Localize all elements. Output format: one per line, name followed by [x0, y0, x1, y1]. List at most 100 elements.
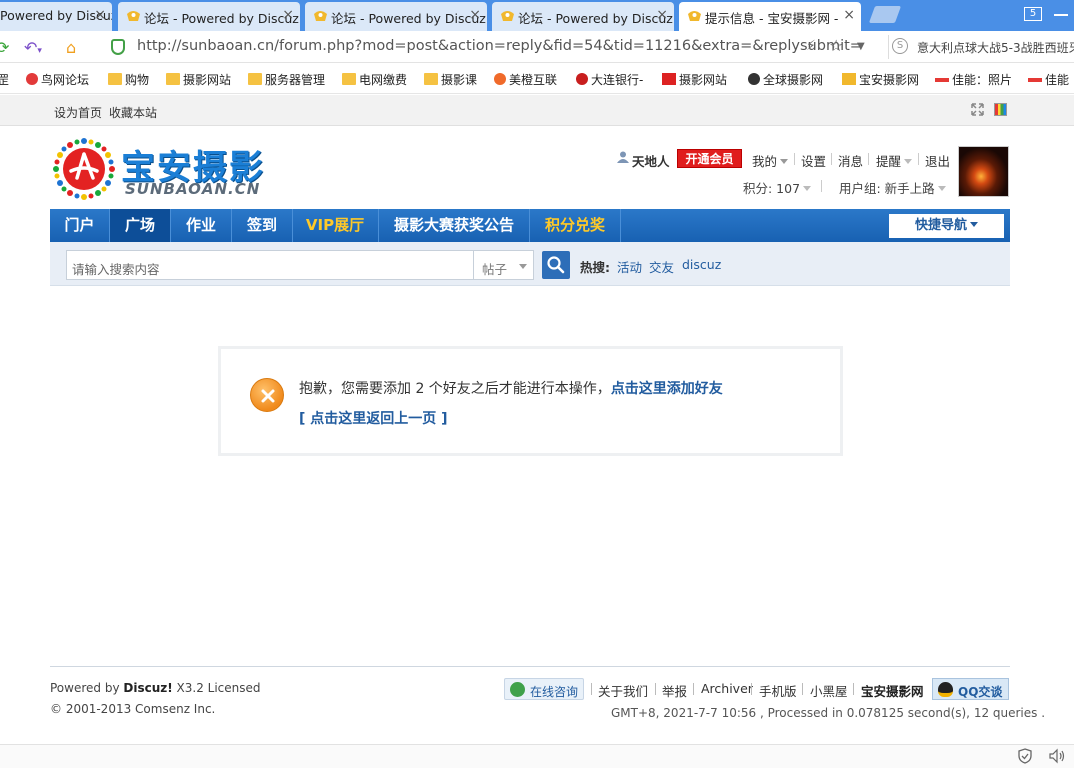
lightning-icon[interactable]: ⚡ — [806, 38, 816, 54]
chevron-down-icon — [519, 264, 527, 269]
color-theme-icon[interactable] — [994, 103, 1007, 116]
browser-tab-active[interactable]: 提示信息 - 宝安摄影网 - × — [679, 2, 861, 31]
qq-chat-button[interactable]: QQ交谈 — [932, 678, 1009, 700]
chevron-down-icon — [780, 159, 789, 164]
nav-item-portal[interactable]: 门户 — [50, 209, 109, 242]
hot-search-link[interactable]: 活动 — [617, 257, 642, 276]
set-home-link[interactable]: 设为首页 — [54, 104, 102, 121]
user-icon — [617, 151, 629, 166]
reminders-menu[interactable]: 提醒 — [876, 151, 913, 170]
settings-link[interactable]: 设置 — [801, 151, 826, 170]
bookmark-folder[interactable]: 摄影课 — [424, 71, 477, 88]
news-ticker[interactable]: S 意大利点球大战5-3战胜西班牙 — [888, 35, 1074, 59]
avatar[interactable] — [958, 146, 1009, 197]
search-engine-icon: S — [892, 38, 908, 54]
nav-item-points-exchange[interactable]: 积分兑奖 — [530, 209, 620, 242]
nav-item-contest-awards[interactable]: 摄影大赛获奖公告 — [379, 209, 529, 242]
open-vip-button[interactable]: 开通会员 — [677, 149, 742, 168]
site-topbar: 设为首页 收藏本站 — [0, 95, 1074, 126]
bookmark-item[interactable]: 宝安摄影网 — [842, 71, 919, 88]
online-consult-button[interactable]: 在线咨询 — [504, 678, 584, 700]
user-group-menu[interactable]: 用户组: 新手上路 — [839, 178, 946, 197]
bookmark-item[interactable]: 佳能 — [1028, 71, 1069, 88]
search-type-select[interactable]: 帖子 — [473, 250, 534, 280]
home-icon[interactable]: ⌂ — [66, 38, 76, 57]
tab-close-icon[interactable]: × — [843, 7, 855, 23]
messages-link[interactable]: 消息 — [838, 151, 863, 170]
bookmark-partial[interactable]: 罡 — [0, 71, 9, 88]
tab-close-icon[interactable]: × — [282, 7, 294, 23]
bookmark-item[interactable]: 美橙互联 — [494, 71, 557, 88]
logout-link[interactable]: 退出 — [925, 151, 950, 170]
bookmarks-bar: 罡 鸟网论坛 购物 摄影网站 服务器管理 电网缴费 摄影课 美橙互联 大连银行-… — [0, 64, 1074, 94]
my-menu[interactable]: 我的 — [752, 151, 789, 170]
bookmark-site-link[interactable]: 收藏本站 — [109, 104, 157, 121]
bookmark-item[interactable]: 全球摄影网 — [748, 71, 823, 88]
tab-count-badge[interactable]: 5 — [1024, 7, 1042, 21]
mobile-link[interactable]: 手机版 — [759, 681, 797, 700]
bookmark-folder[interactable]: 购物 — [108, 71, 149, 88]
reminders-label: 提醒 — [876, 154, 902, 169]
powered-by: Powered by Discuz! X3.2 Licensed — [50, 681, 261, 695]
bookmark-item[interactable]: 大连银行- — [576, 71, 643, 88]
browser-tab[interactable]: 论坛 - Powered by Discuz! × — [118, 2, 300, 31]
nav-item-plaza[interactable]: 广场 — [110, 209, 170, 242]
back-link[interactable]: [ 点击这里返回上一页 ] — [299, 408, 448, 428]
main-nav: 门户 广场 作业 签到 VIP展厅 摄影大赛获奖公告 积分兑奖 快捷导航 — [50, 209, 1010, 242]
browser-tab[interactable]: 论坛 - Powered by Discuz! × — [492, 2, 674, 31]
tab-close-icon[interactable]: × — [656, 7, 668, 23]
url-field[interactable]: http://sunbaoan.cn/forum.php?mod=post&ac… — [103, 35, 873, 59]
error-message-box: 抱歉，您需要添加 2 个好友之后才能进行本操作，点击这里添加好友 [ 点击这里返… — [218, 346, 843, 456]
nav-item-homework[interactable]: 作业 — [171, 209, 231, 242]
chevron-down-icon — [803, 186, 812, 191]
browser-tab[interactable]: 论坛 - Powered by Discuz! × — [305, 2, 487, 31]
bookmark-item[interactable]: 鸟网论坛 — [26, 71, 89, 88]
chevron-down-icon[interactable]: ▼ — [857, 41, 865, 52]
quick-nav-button[interactable]: 快捷导航 — [889, 214, 1004, 238]
hot-search-link[interactable]: 交友 — [649, 257, 674, 276]
chevron-down-icon — [904, 159, 913, 164]
minimize-icon[interactable] — [1054, 14, 1068, 16]
bookmark-item[interactable]: 佳能：照片 — [935, 71, 1012, 88]
expand-icon[interactable] — [971, 103, 984, 116]
shield-icon[interactable] — [1018, 748, 1032, 767]
hot-search-label: 热搜: — [580, 260, 610, 275]
points-menu[interactable]: 积分: 107 — [743, 178, 812, 197]
search-button[interactable] — [542, 251, 570, 279]
search-input[interactable]: 请输入搜索内容 — [66, 250, 474, 280]
address-bar: ⟳ ↶▾ ⌂ http://sunbaoan.cn/forum.php?mod=… — [0, 31, 1074, 63]
archiver-link[interactable]: Archiver — [701, 681, 753, 696]
hot-search-link[interactable]: discuz — [682, 257, 721, 272]
report-link[interactable]: 举报 — [662, 681, 687, 700]
divider — [655, 683, 656, 695]
search-bar: 请输入搜索内容 帖子 热搜: 活动 交友 discuz — [50, 242, 1010, 286]
bookmark-folder[interactable]: 服务器管理 — [248, 71, 325, 88]
site-logo-emblem[interactable] — [53, 138, 115, 200]
new-tab-button[interactable] — [868, 6, 902, 23]
tab-title: 提示信息 - 宝安摄影网 - — [705, 11, 839, 26]
tab-close-icon[interactable]: × — [94, 7, 106, 23]
nav-item-vip-gallery[interactable]: VIP展厅 — [293, 209, 377, 242]
refresh-icon[interactable]: ⟳ — [0, 38, 9, 57]
tab-close-icon[interactable]: × — [469, 7, 481, 23]
site-name-link[interactable]: 宝安摄影网 — [861, 681, 924, 700]
about-us-link[interactable]: 关于我们 — [598, 681, 648, 700]
tab-title: 论坛 - Powered by Discuz! — [331, 11, 487, 26]
star-icon[interactable]: ☆ — [829, 36, 843, 55]
tab-title: 论坛 - Powered by Discuz! — [144, 11, 300, 26]
my-menu-label: 我的 — [752, 154, 778, 169]
bookmark-folder[interactable]: 摄影网站 — [166, 71, 231, 88]
bookmark-item[interactable]: 摄影网站 — [662, 71, 727, 88]
speaker-icon[interactable] — [1048, 748, 1066, 767]
username-link[interactable]: 天地人 — [632, 151, 670, 170]
bookmark-folder[interactable]: 电网缴费 — [342, 71, 407, 88]
nav-item-checkin[interactable]: 签到 — [232, 209, 292, 242]
add-friend-link[interactable]: 点击这里添加好友 — [611, 381, 723, 397]
undo-icon[interactable]: ↶▾ — [24, 38, 42, 57]
blacklist-link[interactable]: 小黑屋 — [810, 681, 848, 700]
tab-title: 论坛 - Powered by Discuz! — [518, 11, 674, 26]
browser-tab[interactable]: Powered by Discuz! × — [0, 2, 112, 31]
chevron-down-icon — [937, 186, 946, 191]
divider — [693, 683, 694, 695]
discuz-link[interactable]: Discuz! — [123, 681, 172, 695]
